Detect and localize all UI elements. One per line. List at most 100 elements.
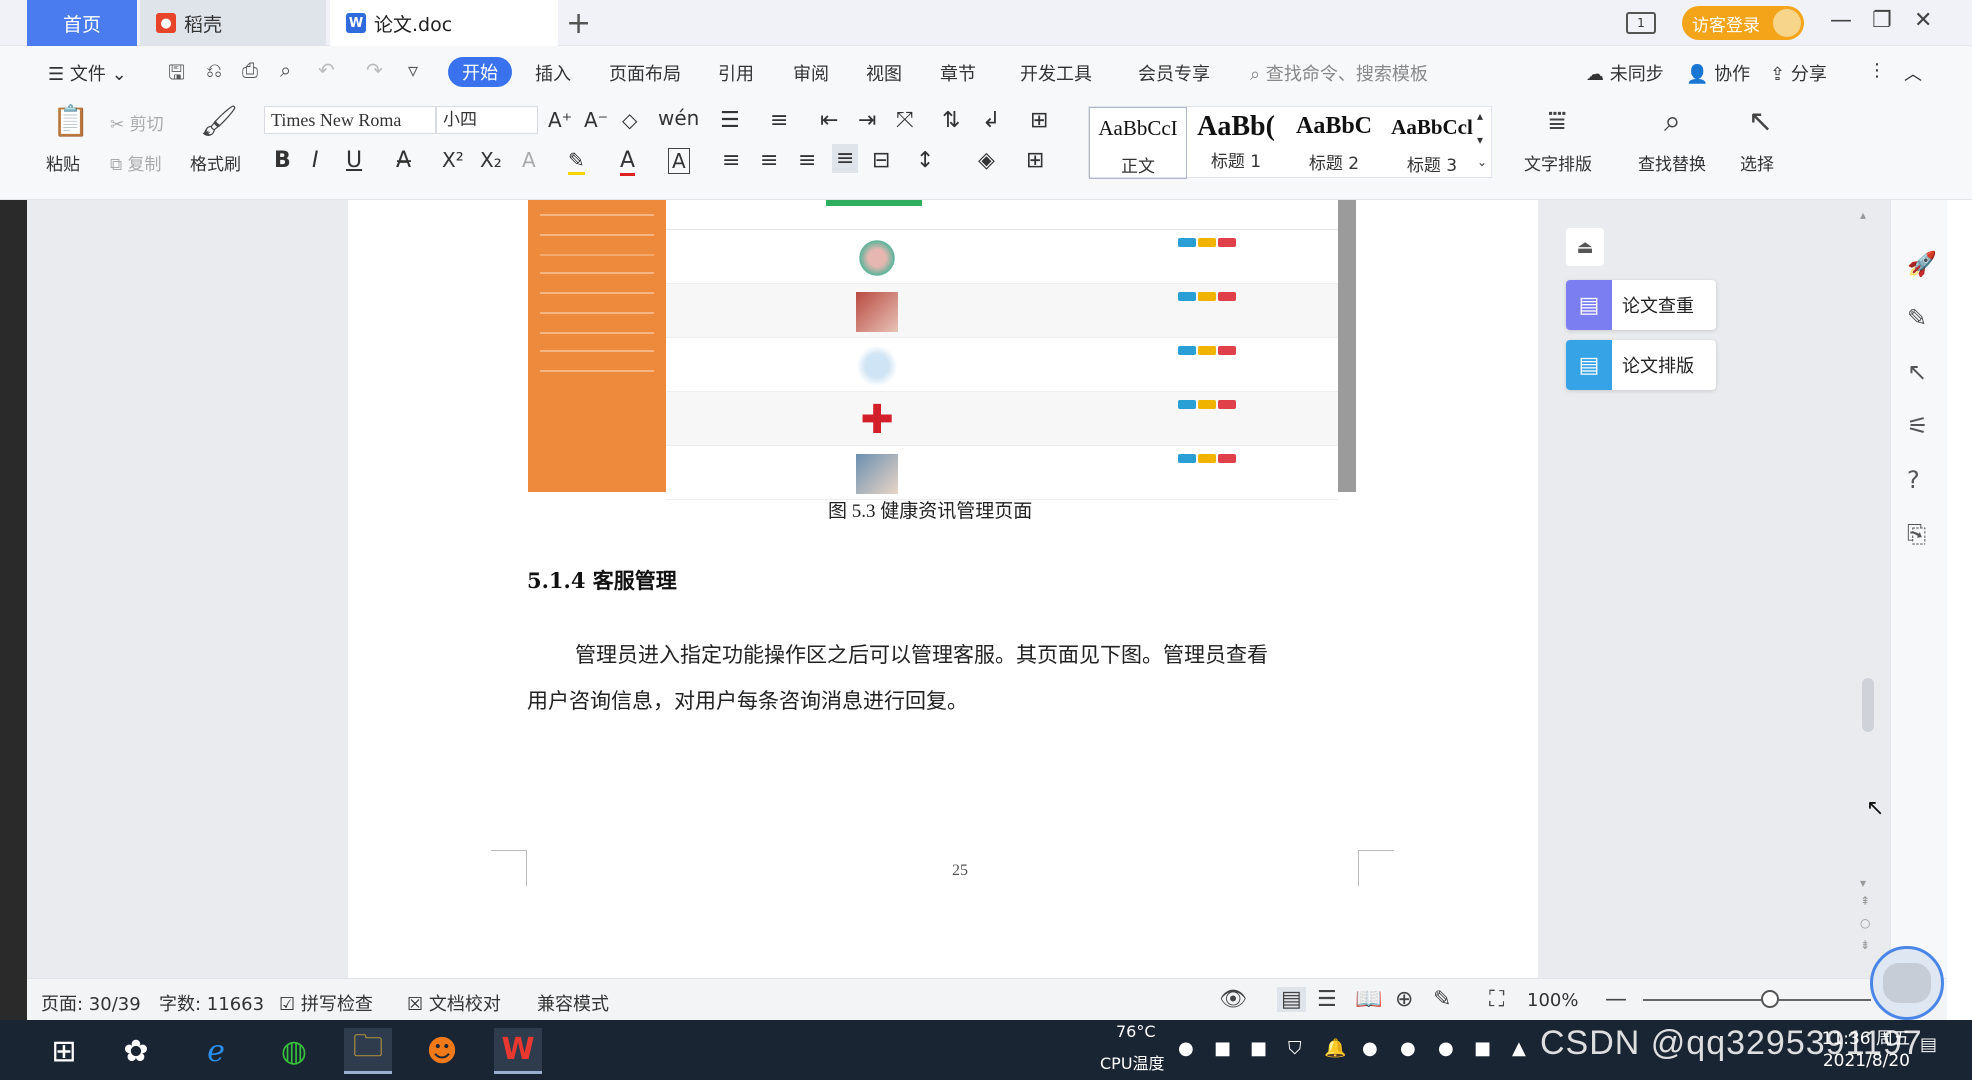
fit-page-icon[interactable]: ⛶ bbox=[1489, 987, 1504, 1012]
tray-app-icon[interactable]: ● bbox=[1400, 1038, 1416, 1059]
text-layout-button[interactable]: 文字排版 bbox=[1524, 150, 1592, 175]
wps-office-icon[interactable]: W bbox=[494, 1028, 542, 1074]
file-menu[interactable]: ☰ 文件 ⌄ bbox=[48, 60, 127, 86]
style-heading-2[interactable]: AaBbC 标题 2 bbox=[1285, 107, 1383, 179]
strikethrough-icon[interactable]: A̶ bbox=[396, 148, 411, 173]
zoom-slider-track[interactable] bbox=[1643, 999, 1871, 1001]
tray-app-icon[interactable]: ■ bbox=[1250, 1038, 1267, 1059]
scroll-up-icon[interactable]: ▴ bbox=[1860, 208, 1866, 222]
menu-member[interactable]: 会员专享 bbox=[1138, 60, 1210, 86]
browser-360-icon[interactable]: ◍ bbox=[270, 1028, 318, 1074]
align-left-icon[interactable]: ≡ bbox=[722, 148, 740, 173]
word-count[interactable]: 字数: 11663 bbox=[159, 990, 264, 1016]
sort-icon[interactable]: ⇅ bbox=[942, 108, 960, 133]
pointer-icon[interactable]: ↖ bbox=[1907, 358, 1927, 386]
shield-icon[interactable]: ⛉ bbox=[1288, 1038, 1302, 1059]
select-button[interactable]: 选择 bbox=[1740, 150, 1774, 175]
clipboard-icon[interactable]: 📋 bbox=[52, 104, 89, 139]
style-normal[interactable]: AaBbCcI 正文 bbox=[1089, 107, 1187, 179]
format-painter-button[interactable]: 格式刷 bbox=[190, 150, 241, 175]
rocket-icon[interactable]: 🚀 bbox=[1907, 250, 1937, 278]
zoom-slider-knob[interactable] bbox=[1761, 990, 1779, 1008]
settings-slider-icon[interactable]: ⚟ bbox=[1907, 412, 1929, 440]
menu-references[interactable]: 引用 bbox=[718, 60, 754, 86]
windows-start-icon[interactable]: ⊞ bbox=[40, 1028, 88, 1074]
collapse-ribbon-icon[interactable]: ︿ bbox=[1904, 60, 1922, 86]
subscript-icon[interactable]: X₂ bbox=[480, 148, 502, 172]
menu-page-layout[interactable]: 页面布局 bbox=[609, 60, 681, 86]
file-explorer-icon[interactable]: 🗀 bbox=[344, 1028, 392, 1074]
prev-page-icon[interactable]: ⇞ bbox=[1860, 894, 1870, 908]
bold-icon[interactable]: B bbox=[274, 148, 291, 173]
text-effect-icon[interactable]: A bbox=[522, 148, 536, 172]
chinese-layout-icon[interactable]: ⤧ bbox=[896, 108, 914, 133]
undo-history-icon[interactable]: ⎌ bbox=[206, 58, 222, 82]
grow-font-icon[interactable]: A⁺ bbox=[548, 108, 572, 132]
page-indicator-icon[interactable]: 1 bbox=[1626, 12, 1656, 34]
web-view-icon[interactable]: ⊕ bbox=[1395, 987, 1413, 1012]
pen-icon[interactable]: ✎ bbox=[1907, 304, 1927, 332]
collaborate-button[interactable]: 👤 协作 bbox=[1686, 60, 1750, 86]
distributed-align-icon[interactable]: ⊟ bbox=[872, 148, 890, 173]
plagiarism-check-button[interactable]: ▤ 论文查重 bbox=[1566, 280, 1716, 330]
format-painter-icon[interactable]: 🖌 bbox=[200, 104, 238, 139]
tray-app-icon[interactable]: ■ bbox=[1214, 1038, 1231, 1059]
style-heading-3[interactable]: AaBbCcl 标题 3 bbox=[1383, 107, 1481, 179]
font-size-select[interactable]: 小四 bbox=[436, 106, 538, 134]
minimize-icon[interactable]: — bbox=[1830, 8, 1852, 33]
underline-icon[interactable]: U bbox=[346, 148, 362, 173]
reading-view-icon[interactable]: 📖 bbox=[1355, 987, 1382, 1012]
align-right-icon[interactable]: ≡ bbox=[798, 148, 816, 173]
superscript-icon[interactable]: X² bbox=[442, 148, 464, 172]
page-status[interactable]: 页面: 30/39 bbox=[41, 990, 141, 1016]
thesis-format-button[interactable]: ▤ 论文排版 bbox=[1566, 340, 1716, 390]
numbered-list-icon[interactable]: ≡ bbox=[770, 108, 788, 133]
style-expand-icon[interactable]: ⌄ bbox=[1477, 155, 1487, 169]
sync-status-button[interactable]: ☁ 未同步 bbox=[1586, 60, 1664, 86]
more-options-icon[interactable]: ⋮ bbox=[1868, 60, 1886, 81]
paste-button[interactable]: 粘贴 bbox=[46, 150, 80, 175]
page-view-icon[interactable]: ▤ bbox=[1277, 987, 1306, 1012]
new-tab-button[interactable]: + bbox=[566, 6, 591, 41]
ruler-icon[interactable]: ⊞ bbox=[1030, 108, 1048, 133]
menu-chapter[interactable]: 章节 bbox=[940, 60, 976, 86]
next-page-icon[interactable]: ⇟ bbox=[1860, 938, 1870, 952]
italic-icon[interactable]: I bbox=[312, 148, 319, 173]
highlight-icon[interactable]: ✎ bbox=[568, 148, 585, 175]
menu-start[interactable]: 开始 bbox=[448, 57, 512, 87]
spell-check-button[interactable]: ☑ 拼写检查 bbox=[279, 990, 373, 1016]
find-replace-button[interactable]: 查找替换 bbox=[1638, 150, 1706, 175]
scrollbar-thumb[interactable] bbox=[1862, 678, 1874, 732]
vertical-scrollbar[interactable]: ▴ ▾ ⇞ ○ ⇟ bbox=[1858, 200, 1878, 970]
align-center-icon[interactable]: ≡ bbox=[760, 148, 778, 173]
tray-app-icon[interactable]: ● bbox=[1178, 1038, 1194, 1059]
write-mode-icon[interactable]: ✎ bbox=[1433, 987, 1451, 1012]
undo-icon[interactable]: ↶ bbox=[318, 58, 335, 82]
restore-icon[interactable]: ❐ bbox=[1872, 8, 1892, 33]
menu-review[interactable]: 审阅 bbox=[793, 60, 829, 86]
bell-icon[interactable]: 🔔 bbox=[1324, 1038, 1346, 1059]
pinwheel-app-icon[interactable]: ✿ bbox=[112, 1028, 160, 1074]
menu-developer[interactable]: 开发工具 bbox=[1020, 60, 1092, 86]
eject-icon[interactable]: ⏏ bbox=[1566, 228, 1604, 266]
close-icon[interactable]: ✕ bbox=[1914, 8, 1932, 33]
outline-view-icon[interactable]: ☰ bbox=[1317, 987, 1337, 1012]
visitor-login-button[interactable]: 访客登录 bbox=[1682, 6, 1804, 40]
tab-daoke[interactable]: ● 稻壳 bbox=[140, 0, 326, 46]
menu-insert[interactable]: 插入 bbox=[535, 60, 571, 86]
justify-icon[interactable]: ≡ bbox=[832, 144, 859, 173]
tray-app-icon[interactable]: ■ bbox=[1474, 1038, 1491, 1059]
shading-icon[interactable]: ◈ bbox=[978, 148, 995, 173]
copy-button[interactable]: ⧉ 复制 bbox=[110, 150, 162, 175]
text-layout-icon[interactable]: ⩸ bbox=[1548, 104, 1566, 139]
zoom-out-icon[interactable]: — bbox=[1605, 987, 1627, 1012]
shrink-font-icon[interactable]: A⁻ bbox=[584, 108, 608, 132]
tray-app-icon[interactable]: ▲ bbox=[1512, 1038, 1526, 1059]
print-icon[interactable]: ⎙ bbox=[242, 58, 258, 82]
find-replace-icon[interactable]: ⌕ bbox=[1664, 104, 1681, 139]
zoom-level[interactable]: 100% bbox=[1527, 990, 1578, 1011]
style-scroll-down-icon[interactable]: ▾ bbox=[1477, 133, 1483, 147]
game-app-icon[interactable]: ☻ bbox=[418, 1028, 466, 1074]
eye-protection-icon[interactable]: 👁 bbox=[1219, 987, 1247, 1012]
font-color-icon[interactable]: A bbox=[620, 148, 636, 176]
